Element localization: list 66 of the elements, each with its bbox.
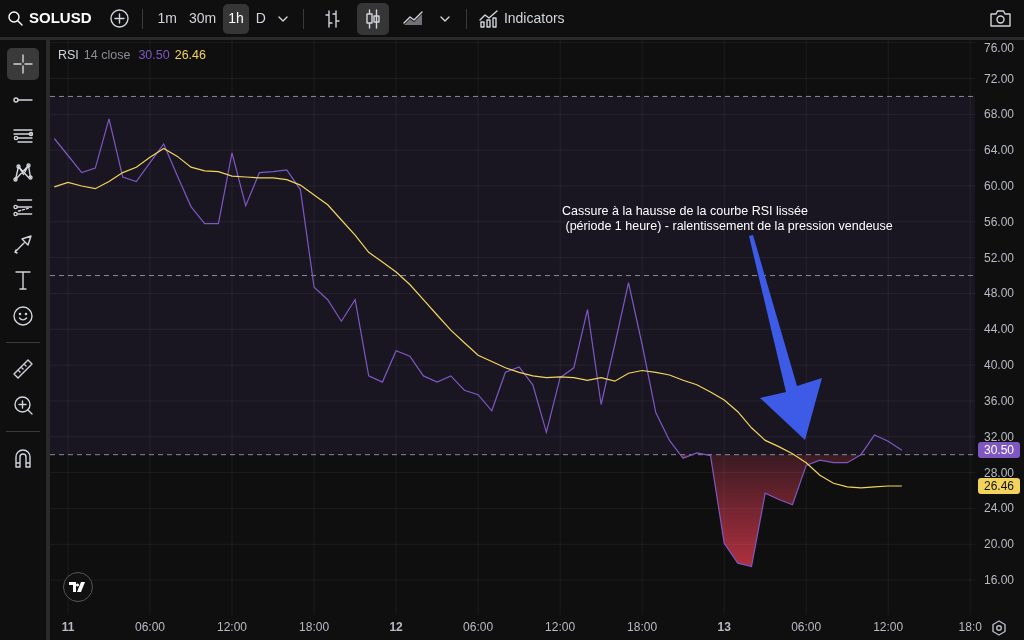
settings-icon <box>991 620 1007 636</box>
axis-label: 44.00 <box>984 322 1014 337</box>
arrow-icon <box>14 234 32 254</box>
axis-label: 18:0 <box>958 620 982 634</box>
crosshair-icon <box>13 54 33 74</box>
axis-label: 18:00 <box>627 620 658 634</box>
price-label: 26.46 <box>978 478 1020 494</box>
axis-label: 06:00 <box>135 620 166 634</box>
axis-label: 72.00 <box>984 71 1014 86</box>
trend-line-icon <box>13 97 33 103</box>
annotation-text: Cassure à la hausse de la courbe RSI lissée (période 1 heure) - ralentissement de la pression vendeuse <box>562 204 893 233</box>
axis-label: 68.00 <box>984 107 1014 122</box>
axis-label: 56.00 <box>984 214 1014 229</box>
interval-tab[interactable]: 1m <box>152 3 182 34</box>
projection-icon <box>13 199 33 217</box>
price-label: 30.50 <box>978 442 1020 459</box>
fib-icon <box>12 129 34 143</box>
crosshair-tool[interactable] <box>7 48 39 80</box>
text-icon <box>15 270 31 290</box>
axis-label: 16.00 <box>984 573 1014 588</box>
axis-label: 24.00 <box>984 501 1014 516</box>
logo-icon <box>63 572 93 602</box>
axis-label: 76.00 <box>984 41 1014 55</box>
axis-label: 48.00 <box>984 286 1014 301</box>
axis-label: 12:00 <box>217 620 248 634</box>
indicator-value: 30.50 <box>138 47 170 64</box>
area-chart-icon <box>402 11 423 26</box>
axis-label: 40.00 <box>984 358 1014 373</box>
axis-label: 06:00 <box>463 620 494 634</box>
indicators-icon <box>478 9 498 28</box>
axis-label: 12:00 <box>545 620 576 634</box>
chevron-down-icon <box>439 15 450 22</box>
candles-chart-icon <box>365 8 380 29</box>
camera-icon <box>989 10 1011 27</box>
indicators-button[interactable]: Indicators <box>476 3 567 34</box>
axis-label: 32.00 <box>984 429 1014 444</box>
chevron-down-icon <box>277 15 288 22</box>
axis-label: 20.00 <box>984 537 1014 552</box>
pattern-icon <box>13 162 33 182</box>
axis-label: 06:00 <box>791 620 822 634</box>
interval-tab[interactable]: 1h <box>223 3 249 34</box>
ruler-icon <box>13 359 33 379</box>
chart-type-button[interactable] <box>356 2 389 35</box>
indicator-params: 14 close <box>83 47 131 64</box>
bars-chart-icon <box>325 9 341 28</box>
axis-label: 18:00 <box>299 620 330 634</box>
axis-label: 52.00 <box>984 250 1014 265</box>
symbol-search-button[interactable]: SOLUSD <box>6 3 94 34</box>
axis-label: 64.00 <box>984 143 1014 158</box>
zoom-icon <box>13 395 33 415</box>
interval-tab[interactable]: D <box>250 3 271 34</box>
axis-label: 60.00 <box>984 179 1014 193</box>
indicator-title: RSI <box>58 47 79 64</box>
plus-circle-icon <box>110 9 129 28</box>
search-icon <box>8 11 23 26</box>
emoji-icon <box>13 306 33 326</box>
axis-label: 36.00 <box>984 393 1014 408</box>
magnet-icon <box>15 448 31 468</box>
interval-tab[interactable]: 30m <box>183 3 222 34</box>
add-symbol-button[interactable] <box>107 6 132 31</box>
axis-label: 12 <box>389 620 403 634</box>
axis-label: 28.00 <box>984 465 1014 480</box>
axis-label: 12:00 <box>873 620 904 634</box>
axis-label: 11 <box>61 620 75 634</box>
axis-label: 13 <box>717 620 731 634</box>
indicator-value: 26.46 <box>174 47 206 64</box>
